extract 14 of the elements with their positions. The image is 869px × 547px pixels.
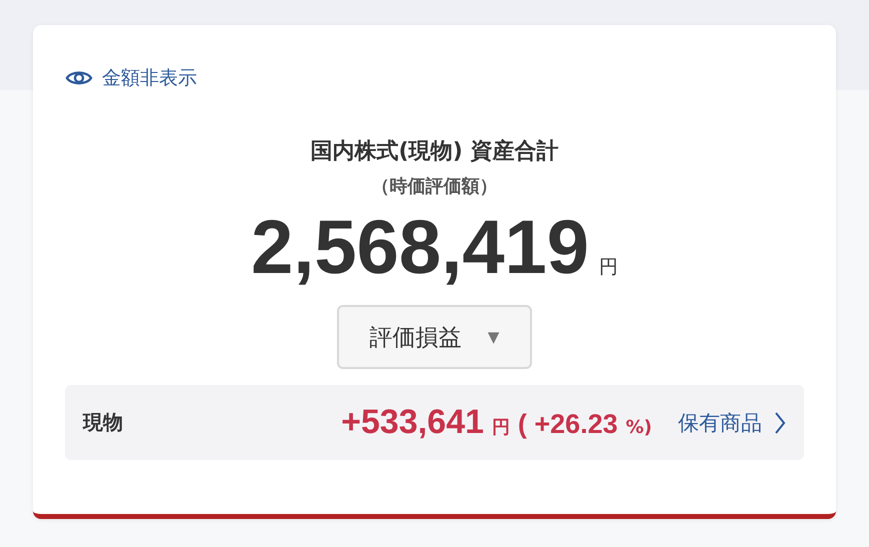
chevron-right-icon [774,410,786,434]
hide-amount-toggle[interactable]: 金額非表示 [65,65,197,91]
gain-amount: +533,641 [341,403,484,442]
row-label: 現物 [83,409,123,436]
holdings-link[interactable]: 保有商品 [678,408,786,436]
gain-rate: ( +26.23 [518,409,618,440]
currency-unit: 円 [599,255,618,280]
currency-unit: 円 [492,416,510,439]
total-subtitle: （時価評価額） [370,175,498,198]
total-amount: 2,568,419 [250,204,590,291]
metric-dropdown[interactable]: 評価損益 ▼ [337,305,532,369]
total-title: 国内株式(現物) 資産合計 [310,138,560,166]
percent-unit: %) [626,417,652,438]
caret-icon: ▼ [488,328,500,346]
